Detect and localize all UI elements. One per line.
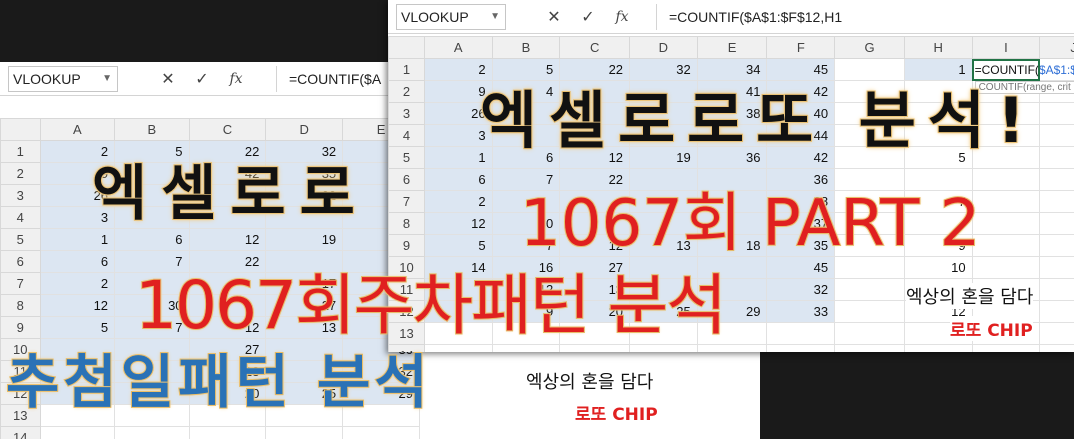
row-header[interactable]: 5	[388, 146, 425, 169]
overlay-part: 1067회 PART 2	[519, 186, 981, 262]
select-all-corner[interactable]	[388, 36, 425, 59]
grid-cell[interactable]: 32	[766, 278, 836, 301]
row-header[interactable]: 6	[388, 168, 425, 191]
column-header[interactable]: B	[114, 118, 190, 141]
row-header[interactable]: 14	[0, 426, 41, 439]
row-header[interactable]: 5	[0, 228, 41, 251]
grid-cell[interactable]	[1039, 190, 1074, 213]
row-header[interactable]: 1	[388, 58, 425, 81]
column-header[interactable]: A	[39, 118, 116, 141]
grid-cell[interactable]	[1039, 256, 1074, 279]
grid-cell[interactable]	[342, 426, 420, 439]
row-header[interactable]: 6	[0, 250, 41, 273]
row-header[interactable]: 3	[0, 184, 41, 207]
cancel-icon[interactable]: ✕	[546, 7, 562, 27]
grid-cell[interactable]	[766, 344, 836, 352]
grid-cell[interactable]	[834, 344, 905, 352]
row-header[interactable]: 2	[0, 162, 41, 185]
column-header[interactable]: J	[1039, 36, 1074, 59]
grid-cell[interactable]	[39, 426, 116, 439]
formula-icons: ✕ ✓ fx	[546, 4, 630, 30]
grid-cell[interactable]	[971, 234, 1041, 257]
overlay-title-back: 엑셀로로	[91, 158, 369, 230]
signature-text: 엑상의 혼을 담다	[526, 372, 654, 393]
column-header[interactable]: D	[629, 36, 698, 59]
insert-function-icon[interactable]: fx	[614, 9, 630, 25]
row-header[interactable]: 7	[388, 190, 425, 213]
column-header[interactable]: A	[423, 36, 493, 59]
name-box[interactable]: VLOOKUP ▼	[8, 66, 118, 92]
overlay-title-front: 엑셀로로또 분석!	[479, 83, 1038, 158]
grid-cell[interactable]: 2	[423, 190, 493, 213]
column-header[interactable]: C	[188, 118, 267, 141]
grid-cell[interactable]	[834, 300, 905, 323]
grid-cell[interactable]: 12	[423, 212, 493, 235]
column-header[interactable]: D	[265, 118, 344, 141]
grid-cell[interactable]	[1039, 102, 1074, 125]
grid-cell[interactable]: 33	[766, 300, 836, 323]
column-header[interactable]: I	[971, 36, 1041, 59]
grid-cell[interactable]: 2	[39, 272, 116, 295]
signature-text-front: 엑상의 혼을 담다	[906, 283, 1034, 309]
grid-cell[interactable]	[114, 426, 190, 439]
grid-cell[interactable]	[971, 190, 1041, 213]
name-box[interactable]: VLOOKUP ▼	[396, 4, 506, 30]
grid-cell[interactable]	[1039, 146, 1074, 169]
grid-cell[interactable]	[1039, 212, 1074, 235]
column-header[interactable]: H	[903, 36, 973, 59]
column-header[interactable]: F	[766, 36, 836, 59]
grid-cell[interactable]	[1039, 234, 1074, 257]
formula-icons: ✕ ✓ fx	[160, 66, 244, 92]
enter-check-icon[interactable]: ✓	[580, 7, 596, 27]
row-header[interactable]: 8	[0, 294, 41, 317]
column-header[interactable]: E	[696, 36, 768, 59]
grid-cell[interactable]	[1039, 300, 1074, 323]
grid-cell[interactable]	[971, 168, 1041, 191]
formula-bar: VLOOKUP ▼ ✕ ✓ fx =COUNTIF($A$1:$F$12,H1	[388, 0, 1074, 34]
grid-cell[interactable]	[971, 344, 1041, 352]
chevron-down-icon[interactable]: ▼	[102, 67, 112, 91]
row-header[interactable]: 4	[0, 206, 41, 229]
name-box-value: VLOOKUP	[13, 71, 81, 87]
select-all-corner[interactable]	[0, 118, 41, 141]
row-header[interactable]: 3	[388, 102, 425, 125]
grid-cell[interactable]	[188, 426, 267, 439]
grid-cell[interactable]	[834, 322, 905, 345]
overlay-pattern: 1067회주차패턴 분석	[134, 266, 728, 345]
row-header[interactable]: 1	[0, 140, 41, 163]
row-header[interactable]: 7	[0, 272, 41, 295]
grid-cell[interactable]	[1039, 124, 1074, 147]
grid-cell[interactable]	[903, 344, 973, 352]
row-header[interactable]: 2	[388, 80, 425, 103]
name-box-value: VLOOKUP	[401, 9, 469, 25]
signature-chip-front: 로또 CHIP	[950, 316, 1033, 341]
grid-cell[interactable]	[971, 256, 1041, 279]
grid-cell[interactable]	[1039, 344, 1074, 352]
table-row: 14	[0, 426, 420, 439]
edit-ref: $A$1:$F$1	[1038, 62, 1074, 77]
row-header[interactable]: 8	[388, 212, 425, 235]
grid-cell[interactable]	[766, 322, 836, 345]
grid-cell[interactable]	[1039, 168, 1074, 191]
grid-cell[interactable]	[834, 278, 905, 301]
formula-input[interactable]: =COUNTIF($A$1:$F$12,H1	[656, 4, 1074, 30]
grid-cell[interactable]: 6	[39, 250, 116, 273]
cancel-icon[interactable]: ✕	[160, 69, 176, 89]
signature-chip: 로또 CHIP	[575, 405, 658, 425]
column-header[interactable]: G	[834, 36, 905, 59]
column-header[interactable]: B	[491, 36, 561, 59]
grid-cell[interactable]	[1039, 278, 1074, 301]
overlay-draw-day: 추첨일패턴 분석	[5, 347, 432, 417]
row-header[interactable]: 4	[388, 124, 425, 147]
grid-cell[interactable]: 12	[39, 294, 116, 317]
grid-cell[interactable]	[971, 212, 1041, 235]
chevron-down-icon[interactable]: ▼	[490, 5, 500, 29]
insert-function-icon[interactable]: fx	[228, 71, 244, 87]
enter-check-icon[interactable]: ✓	[194, 69, 210, 89]
column-header[interactable]: C	[559, 36, 631, 59]
grid-cell[interactable]	[265, 426, 344, 439]
grid-cell[interactable]: 6	[423, 168, 493, 191]
grid-cell[interactable]	[1039, 322, 1074, 345]
